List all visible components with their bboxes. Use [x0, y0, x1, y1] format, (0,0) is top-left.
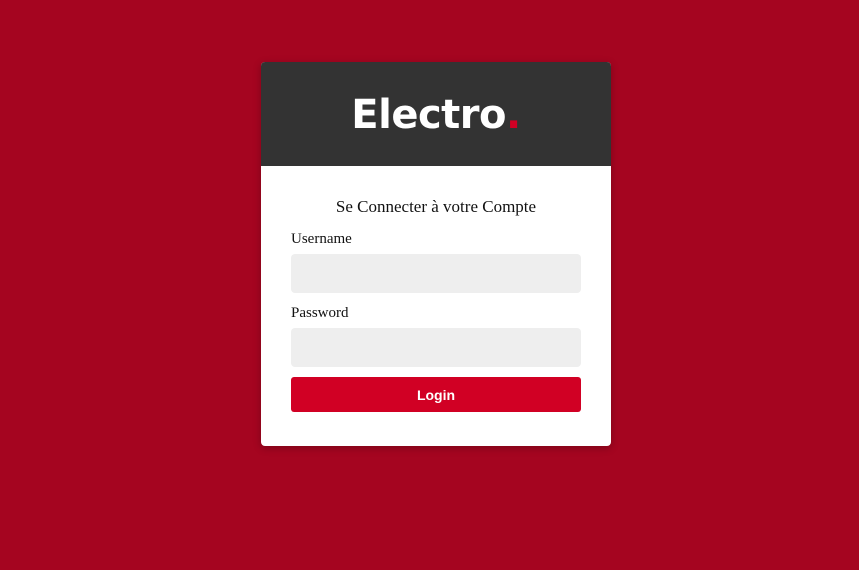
brand-logo-dot: . [506, 92, 521, 138]
password-label: Password [291, 305, 349, 321]
brand-name: Electro [351, 92, 506, 138]
page-background: { "brand": { "name": "Electro", "dot": "… [0, 0, 859, 570]
username-input[interactable] [291, 254, 581, 293]
login-form: Se Connecter à votre Compte Username Pas… [261, 196, 611, 412]
brand-logo: Electro. [351, 92, 521, 138]
username-label: Username [291, 231, 352, 247]
login-card: Electro. Se Connecter à votre Compte Use… [261, 62, 611, 446]
login-button[interactable]: Login [291, 377, 581, 412]
card-header: Electro. [261, 62, 611, 166]
password-input[interactable] [291, 328, 581, 367]
form-title: Se Connecter à votre Compte [335, 197, 537, 216]
